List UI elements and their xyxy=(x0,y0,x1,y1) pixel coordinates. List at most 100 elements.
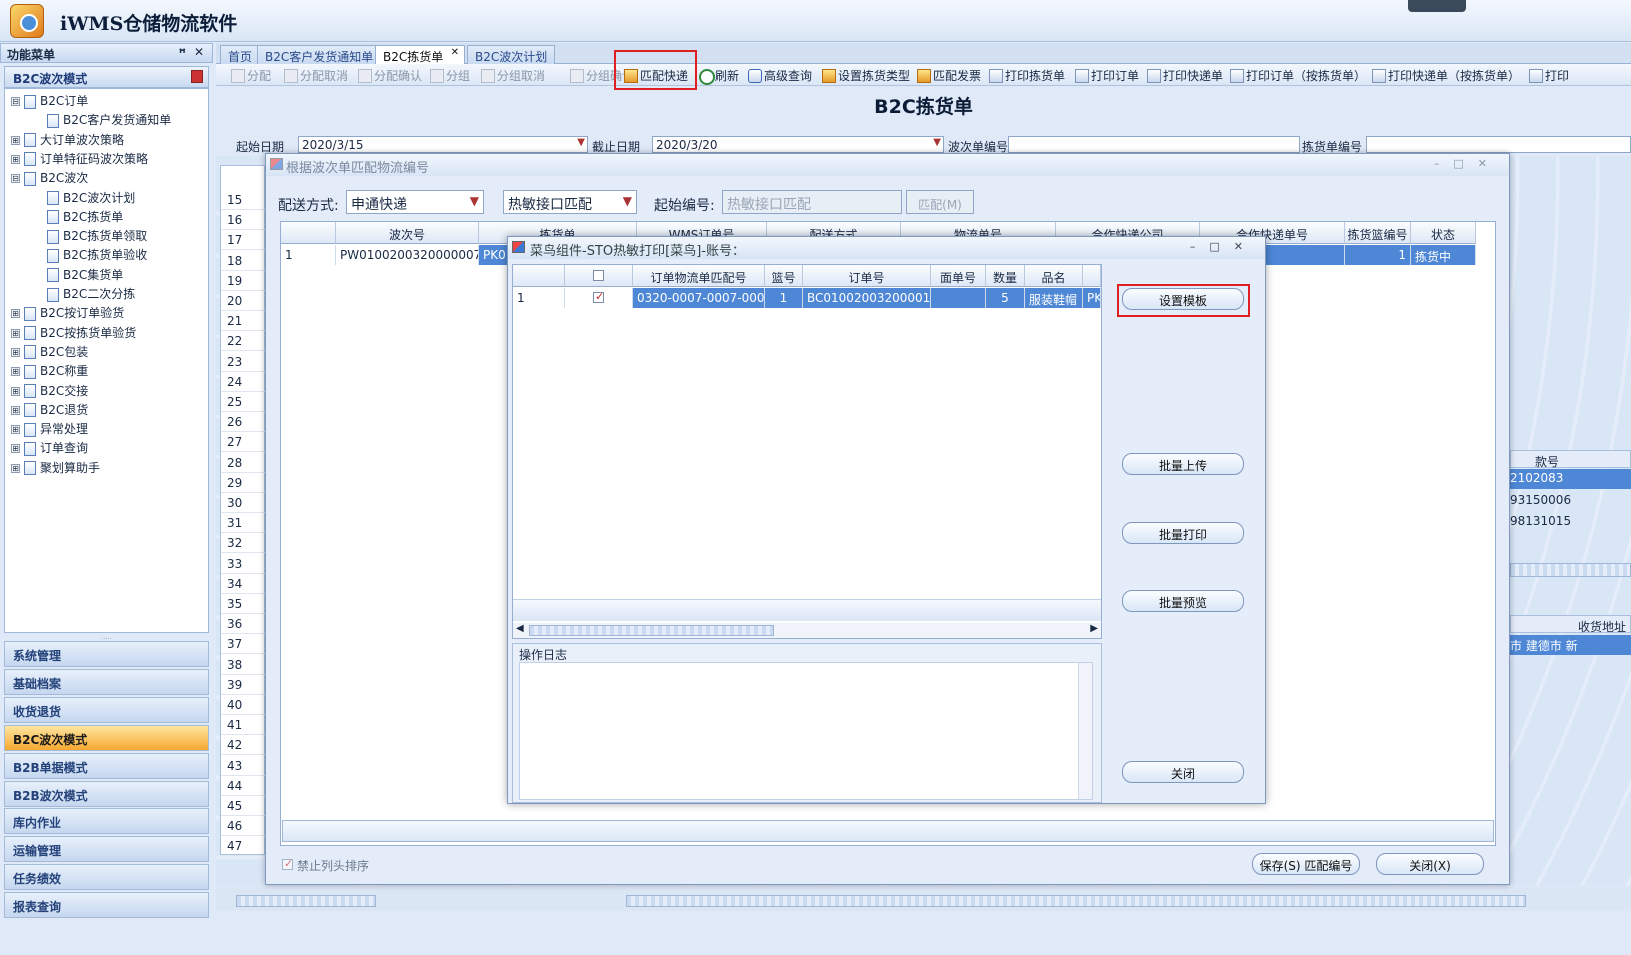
pick-no-field[interactable] xyxy=(1366,136,1631,153)
toolbar-button[interactable]: 高级查询 xyxy=(747,67,812,83)
row-checkbox-cell[interactable] xyxy=(565,288,633,308)
start-no-input[interactable]: 热敏接口匹配 xyxy=(722,190,902,214)
toolbar-button[interactable]: 打印订单（按拣货单） xyxy=(1229,67,1366,83)
dialog-window-buttons[interactable]: –□✕ xyxy=(1434,157,1501,170)
dropdown-arrow-icon[interactable]: ▼ xyxy=(623,194,632,208)
tab-b2c-wave-plan[interactable]: B2C波次计划 xyxy=(467,45,556,64)
nav-button[interactable]: 基础档案 xyxy=(4,668,209,695)
row-checkbox[interactable] xyxy=(593,290,604,303)
tree-item[interactable]: B2C波次计划 xyxy=(47,189,135,208)
column-header[interactable]: 订单物流单匹配号 xyxy=(633,265,765,287)
expand-icon[interactable]: ⊞ xyxy=(11,154,20,164)
start-date-field[interactable]: 2020/3/15 ▼ xyxy=(298,136,588,153)
column-header[interactable]: 数量 xyxy=(986,265,1025,287)
right-scrollbar[interactable] xyxy=(1510,563,1631,577)
tree-item[interactable]: ⊞ B2C交接 xyxy=(11,382,88,401)
style-no-cell[interactable]: 93150006 xyxy=(1510,491,1631,511)
tab-b2c-notice[interactable]: B2C客户发货通知单 xyxy=(257,45,382,64)
column-header[interactable]: 拣货篮编号 xyxy=(1345,222,1411,244)
tree-item[interactable]: B2C拣货单验收 xyxy=(47,246,147,265)
column-header[interactable]: 状态 xyxy=(1411,222,1476,244)
style-no-cell[interactable]: 02102110 xyxy=(1510,532,1631,540)
bottom-right-scrollbar[interactable] xyxy=(626,895,1526,907)
expand-icon[interactable]: ⊞ xyxy=(11,328,20,338)
tree-item[interactable]: ⊞ 异常处理 xyxy=(11,420,88,439)
expand-icon[interactable]: ⊞ xyxy=(11,347,20,357)
toolbar-button[interactable]: 打印订单 xyxy=(1074,67,1139,83)
panel-splitter[interactable]: ..... xyxy=(4,634,209,641)
waybill-cell[interactable] xyxy=(931,288,986,308)
tab-b2c-pick[interactable]: B2C拣货单 ✕ xyxy=(375,45,465,64)
tab-home[interactable]: 首页 xyxy=(220,45,261,64)
log-vscroll[interactable] xyxy=(1078,663,1092,799)
interface-select[interactable]: 热敏接口匹配 ▼ xyxy=(503,190,637,214)
address-cell[interactable]: 市 建德市 新 xyxy=(1510,635,1631,655)
tree-item[interactable]: ⊟ B2C订单 xyxy=(11,92,88,111)
style-no-cell[interactable]: 98131015 xyxy=(1510,512,1631,532)
tree-item[interactable]: B2C拣货单 xyxy=(47,208,123,227)
nav-button[interactable]: 库内作业 xyxy=(4,808,209,835)
tree-item[interactable]: B2C客户发货通知单 xyxy=(47,111,171,130)
tree-item[interactable]: B2C拣货单领取 xyxy=(47,227,147,246)
expand-icon[interactable]: ⊞ xyxy=(11,367,20,377)
tree-item[interactable]: ⊞ B2C称重 xyxy=(11,362,88,381)
nav-button[interactable]: 收货退货 xyxy=(4,696,209,723)
ship-method-select[interactable]: 申通快递 ▼ xyxy=(346,190,484,214)
nav-button[interactable]: B2B单据模式 xyxy=(4,752,209,779)
column-header[interactable]: 品名 xyxy=(1025,265,1083,287)
select-all-checkbox[interactable] xyxy=(593,270,604,281)
column-header-extra[interactable] xyxy=(1083,265,1101,287)
toolbar-button[interactable]: 刷新 xyxy=(698,67,739,85)
select-all-header[interactable] xyxy=(565,265,633,287)
toolbar-button[interactable]: 打印快递单 xyxy=(1146,67,1223,83)
column-header[interactable]: 波次号 xyxy=(336,222,479,244)
collapse-icon[interactable]: ⊟ xyxy=(11,97,20,106)
wave-no-field[interactable] xyxy=(1008,136,1300,153)
batch-preview-button[interactable]: 批量预览 xyxy=(1122,590,1244,612)
close-icon[interactable]: ✕ xyxy=(194,45,204,59)
batch-upload-button[interactable]: 批量上传 xyxy=(1122,453,1244,475)
dialog-window-buttons[interactable]: –□✕ xyxy=(1190,240,1257,253)
match-button[interactable]: 匹配(M) xyxy=(906,190,974,214)
expand-icon[interactable]: ⊞ xyxy=(11,463,20,473)
grid-corner[interactable] xyxy=(513,265,565,287)
close-dialog-button[interactable]: 关闭(X) xyxy=(1376,853,1484,875)
tree-item[interactable]: ⊞ B2C退货 xyxy=(11,401,88,420)
tree-item[interactable]: ⊞ 聚划算助手 xyxy=(11,459,100,478)
extra-cell[interactable]: PK xyxy=(1083,288,1101,308)
dropdown-arrow-icon[interactable]: ▼ xyxy=(577,137,585,148)
nav-button[interactable]: 报表查询 xyxy=(4,892,209,919)
toolbar-button[interactable]: 打印快递单（按拣货单） xyxy=(1371,67,1520,83)
order-no-cell[interactable]: BC0100200320000109 xyxy=(803,288,931,308)
row-header-cell[interactable]: 1 xyxy=(281,245,336,265)
nav-button[interactable]: B2B波次模式 xyxy=(4,780,209,807)
expand-icon[interactable]: ⊞ xyxy=(11,444,20,454)
nav-button[interactable]: 任务绩效 xyxy=(4,864,209,891)
status-cell[interactable]: 拣货中 xyxy=(1411,245,1476,265)
expand-icon[interactable]: ⊞ xyxy=(11,386,20,396)
tab-close-icon[interactable]: ✕ xyxy=(451,47,459,58)
batch-print-button[interactable]: 批量打印 xyxy=(1122,522,1244,544)
tree-item[interactable]: ⊞ B2C按拣货单验货 xyxy=(11,324,136,343)
toolbar-button[interactable]: 设置拣货类型 xyxy=(821,67,910,83)
wave-no-cell[interactable]: PW0100200320000007 xyxy=(336,245,479,265)
bottom-left-scrollbar[interactable] xyxy=(236,895,376,907)
row-header-cell[interactable]: 1 xyxy=(513,288,565,308)
dropdown-arrow-icon[interactable]: ▼ xyxy=(470,194,479,208)
tree-item[interactable]: ⊞ 订单查询 xyxy=(11,439,88,458)
save-match-button[interactable]: 保存(S) 匹配编号 xyxy=(1252,853,1360,875)
log-textarea[interactable] xyxy=(519,662,1093,800)
match-no-cell[interactable]: 0320-0007-0007-0001 xyxy=(633,288,765,308)
tree-item[interactable]: ⊞ 大订单波次策略 xyxy=(11,131,124,150)
toolbar-button[interactable]: 打印拣货单 xyxy=(988,67,1065,83)
scroll-thumb[interactable] xyxy=(529,625,774,636)
mode-icon[interactable] xyxy=(191,70,203,83)
collapse-icon[interactable]: ⊟ xyxy=(11,174,20,184)
pin-icon[interactable]: ꟸ xyxy=(179,46,186,60)
style-no-cell[interactable]: 2102083 xyxy=(1510,469,1631,489)
expand-icon[interactable]: ⊞ xyxy=(11,135,20,145)
nav-button[interactable]: 系统管理 xyxy=(4,641,209,667)
set-template-button[interactable]: 设置模板 xyxy=(1122,288,1244,310)
window-controls[interactable] xyxy=(1408,0,1466,12)
tree-item[interactable]: B2C集货单 xyxy=(47,266,123,285)
